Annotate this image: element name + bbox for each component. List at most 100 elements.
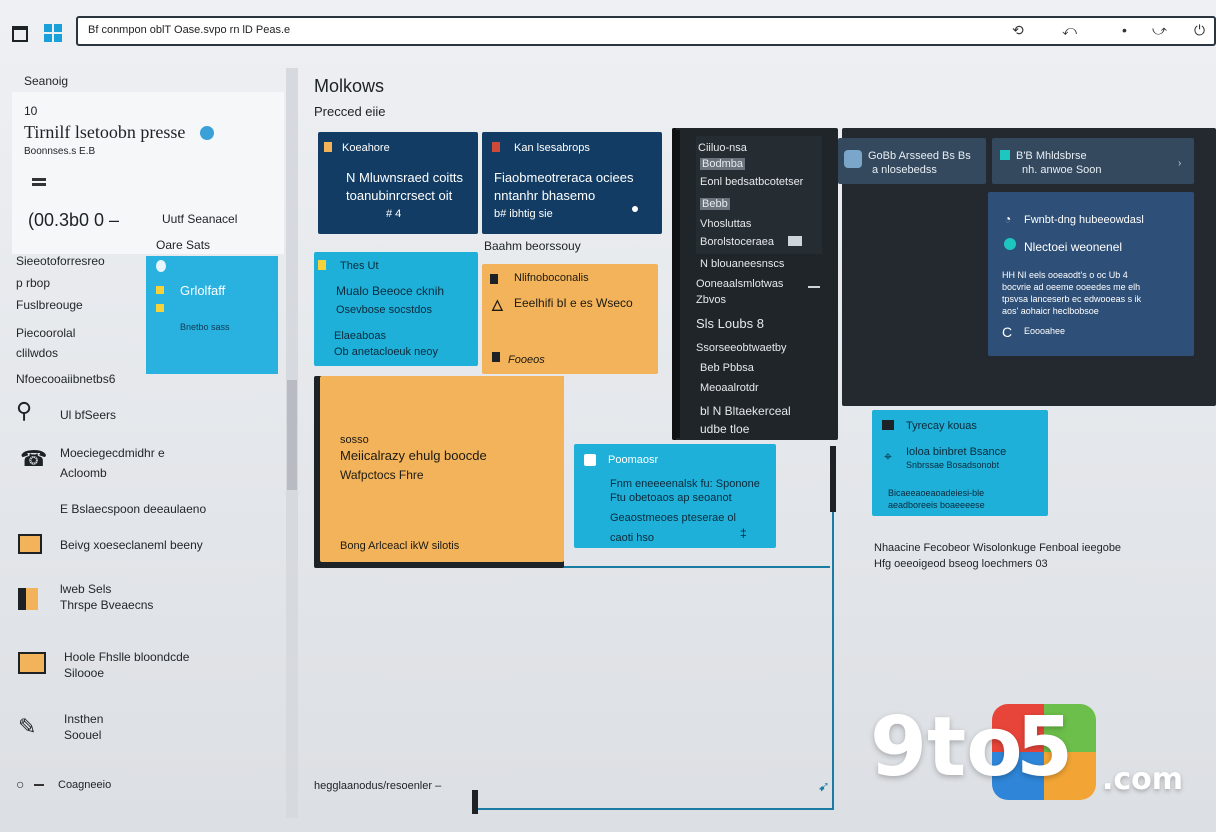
dark-item[interactable]: Vhosluttas bbox=[700, 218, 751, 230]
app-icon[interactable] bbox=[12, 26, 28, 42]
dark-item[interactable]: Beb Pbbsa bbox=[700, 362, 754, 374]
forward-icon[interactable]: ⤻ bbox=[1152, 22, 1167, 39]
dark-item[interactable]: Zbvos bbox=[696, 294, 726, 306]
dark-item[interactable]: udbe tloe bbox=[700, 422, 749, 436]
card-line: Fnm eneeeenalsk fu: Sponone bbox=[610, 478, 760, 490]
sidebar-item-label: Ul bfSeers bbox=[60, 408, 117, 422]
dark-item[interactable]: N blouaneesnscs bbox=[700, 258, 784, 270]
card-title: Tyrecay kouas bbox=[906, 420, 977, 432]
sidebar-label[interactable]: Fuslbreouge bbox=[16, 298, 83, 312]
card-line: Ftu obetoaos ap seoanot bbox=[610, 492, 732, 504]
back-icon[interactable]: ⤺ bbox=[1062, 22, 1077, 39]
summary-metric-sublabel: Oare Sats bbox=[156, 238, 211, 252]
info-icon[interactable] bbox=[200, 126, 214, 140]
card-badge-icon bbox=[324, 142, 332, 152]
pen-icon: ✎ bbox=[18, 714, 37, 739]
card-line: Eoooahee bbox=[1024, 326, 1066, 336]
dark-item[interactable]: Ssorseeobtwaetby bbox=[696, 342, 787, 354]
connector-line bbox=[476, 808, 834, 810]
address-bar[interactable]: Bf conmpon oblT Oase.svpo rn lD Peas.e bbox=[76, 16, 1216, 46]
caption-line: Nhaacine Fecobeor Wisolonkuge Fenboal ie… bbox=[874, 542, 1122, 554]
sidebar-scroll-thumb[interactable] bbox=[287, 380, 297, 490]
card-orange-big[interactable]: sosso Meiicalrazy ehulg boocde Wafpctocs… bbox=[320, 376, 564, 562]
sidebar-tile[interactable] bbox=[146, 256, 278, 374]
card-line: caoti hso bbox=[610, 532, 655, 544]
summary-small-number: 10 bbox=[24, 104, 38, 118]
card-line: Fiaobmeotreraca ociees bbox=[494, 170, 634, 185]
divider bbox=[676, 130, 680, 438]
sidebar-item-label: E Bslaecspoon deeaulaeno bbox=[60, 502, 207, 516]
card-navy-1[interactable]: Koeahore N Mluwnsraed coitts toanubinrcr… bbox=[318, 132, 478, 234]
card-slate-1[interactable]: GoBb Arsseed Bs Bs a nlosebedss bbox=[838, 138, 986, 184]
dark-item[interactable]: bl N Bltaekerceal bbox=[700, 404, 791, 418]
card-footer: Bong Arlceacl ikW silotis bbox=[340, 540, 460, 552]
warning-icon: △ bbox=[492, 296, 503, 312]
card-badge-icon bbox=[584, 454, 596, 466]
sidebar-item-chat[interactable]: Hoole Fhslle bloondcde Siloooe bbox=[16, 648, 276, 688]
card-cyan-2[interactable]: Poomaosr Fnm eneeeenalsk fu: Sponone Ftu… bbox=[574, 444, 776, 548]
tag-icon bbox=[788, 236, 802, 246]
sidebar-item-label: Insthen bbox=[64, 712, 104, 726]
top-bar: Bf conmpon oblT Oase.svpo rn lD Peas.e ⟲… bbox=[0, 0, 1216, 60]
sidebar-item-users[interactable]: ⚲ Ul bfSeers bbox=[16, 398, 276, 430]
card-bluegrey[interactable]: ◔ Fwnbt-dng hubeeowdasl Nlectoei weonene… bbox=[988, 192, 1194, 356]
card-navy-2[interactable]: Kan lsesabrops Fiaobmeotreraca ociees nn… bbox=[482, 132, 662, 234]
card-badge-icon bbox=[1000, 150, 1010, 160]
tile-pin-icon bbox=[156, 260, 166, 272]
sidebar-item-phone[interactable]: ☎ Moeciegecdmidhr e Acloomb bbox=[16, 444, 276, 484]
refresh-icon[interactable]: C bbox=[1002, 324, 1012, 340]
card-line: Ob anetacloeuk neoy bbox=[334, 346, 438, 358]
card-line: GoBb Arsseed Bs Bs bbox=[868, 150, 971, 162]
sidebar-item-label: Moeciegecdmidhr e bbox=[60, 446, 165, 460]
card-line: Eeelhifi bI e es Wseco bbox=[514, 296, 633, 310]
dark-item[interactable]: Sls Loubs 8 bbox=[696, 316, 764, 331]
card-line: Wafpctocs Fhre bbox=[340, 468, 424, 482]
folder-icon bbox=[18, 534, 42, 554]
section-label: Baahm beorssouy bbox=[484, 239, 581, 253]
card-badge-icon bbox=[1004, 238, 1016, 250]
sidebar-label[interactable]: Sieeotoforresreo bbox=[16, 254, 105, 268]
watermark-logo: 9to 5 .com bbox=[870, 700, 1200, 810]
dark-item[interactable]: Bodmba bbox=[700, 158, 745, 170]
summary-metric-label: Uutf Seanacel bbox=[162, 212, 238, 226]
sidebar-item-text[interactable]: E Bslaecspoon deeaulaeno bbox=[16, 500, 276, 522]
sidebar-label[interactable]: clilwdos bbox=[16, 346, 58, 360]
card-line: Meiicalrazy ehulg boocde bbox=[340, 448, 487, 463]
tile-dot-icon bbox=[156, 304, 164, 312]
card-cyan-1[interactable]: Thes Ut Mualo Beeoce cknih Osevbose socs… bbox=[314, 252, 478, 366]
dark-item[interactable]: Meoaalrotdr bbox=[700, 382, 759, 394]
power-icon[interactable]: ⏻ bbox=[1194, 22, 1205, 39]
book-icon bbox=[18, 588, 38, 610]
card-line: HH NI eels ooeaodt's o oc Ub 4 bbox=[1002, 270, 1128, 280]
sidebar-label[interactable]: p rbop bbox=[16, 276, 50, 290]
card-line: # 4 bbox=[386, 208, 402, 220]
card-orange-1[interactable]: Nlifnoboconalis △ Eeelhifi bI e es Wseco… bbox=[482, 264, 658, 374]
card-line: tpsvsa lanceserb ec edwooeas s ik bbox=[1002, 294, 1142, 304]
sidebar-item-book[interactable]: lweb Sels Thrspe Bveaecns bbox=[16, 580, 276, 620]
sidebar-item-folder[interactable]: Beivg xoeseclaneml beeny bbox=[16, 534, 276, 560]
refresh-icon[interactable]: ⟲ bbox=[1012, 22, 1024, 39]
sidebar-item-label: lweb Sels bbox=[60, 582, 112, 596]
sidebar-label[interactable]: Nfoecooaiibnetbs6 bbox=[16, 372, 115, 386]
card-badge-icon bbox=[492, 142, 500, 152]
dark-list-panel[interactable]: Ciiluo-nsa Bodmba Eonl bedsatbcotetser B… bbox=[672, 128, 838, 440]
card-cyan-3[interactable]: Tyrecay kouas ⌖ Ioloa binbret Bsance Snb… bbox=[872, 410, 1048, 516]
dark-item[interactable]: Bebb bbox=[700, 198, 730, 210]
sidebar-item-label: Hoole Fhslle bloondcde bbox=[64, 650, 190, 664]
dark-item[interactable]: Ooneaalsmlotwas bbox=[696, 278, 783, 290]
dark-item[interactable]: Ciiluo-nsa bbox=[698, 142, 747, 154]
card-badge-icon bbox=[492, 352, 500, 362]
chevron-right-icon[interactable]: › bbox=[1178, 158, 1181, 169]
windows-logo-icon[interactable] bbox=[44, 24, 62, 42]
sidebar-item-sublabel: Soouel bbox=[64, 728, 102, 742]
dark-item[interactable]: Eonl bedsatbcotetser bbox=[700, 176, 803, 188]
sidebar-item-pen[interactable]: ✎ Insthen Soouel bbox=[16, 710, 276, 750]
card-badge-icon bbox=[490, 274, 498, 284]
circle-icon: ○ bbox=[16, 776, 25, 792]
sidebar-label[interactable]: Piecoorolal bbox=[16, 326, 75, 340]
dark-item[interactable]: Borolstoceraea bbox=[700, 236, 774, 248]
card-badge-icon bbox=[318, 260, 326, 270]
menu-dot-icon[interactable]: • bbox=[1122, 22, 1127, 38]
card-slate-2[interactable]: B'B Mhldsbrse nh. anwoe Soon › bbox=[992, 138, 1194, 184]
sidebar-item-settings[interactable]: ○ Coagneeio bbox=[16, 776, 276, 798]
